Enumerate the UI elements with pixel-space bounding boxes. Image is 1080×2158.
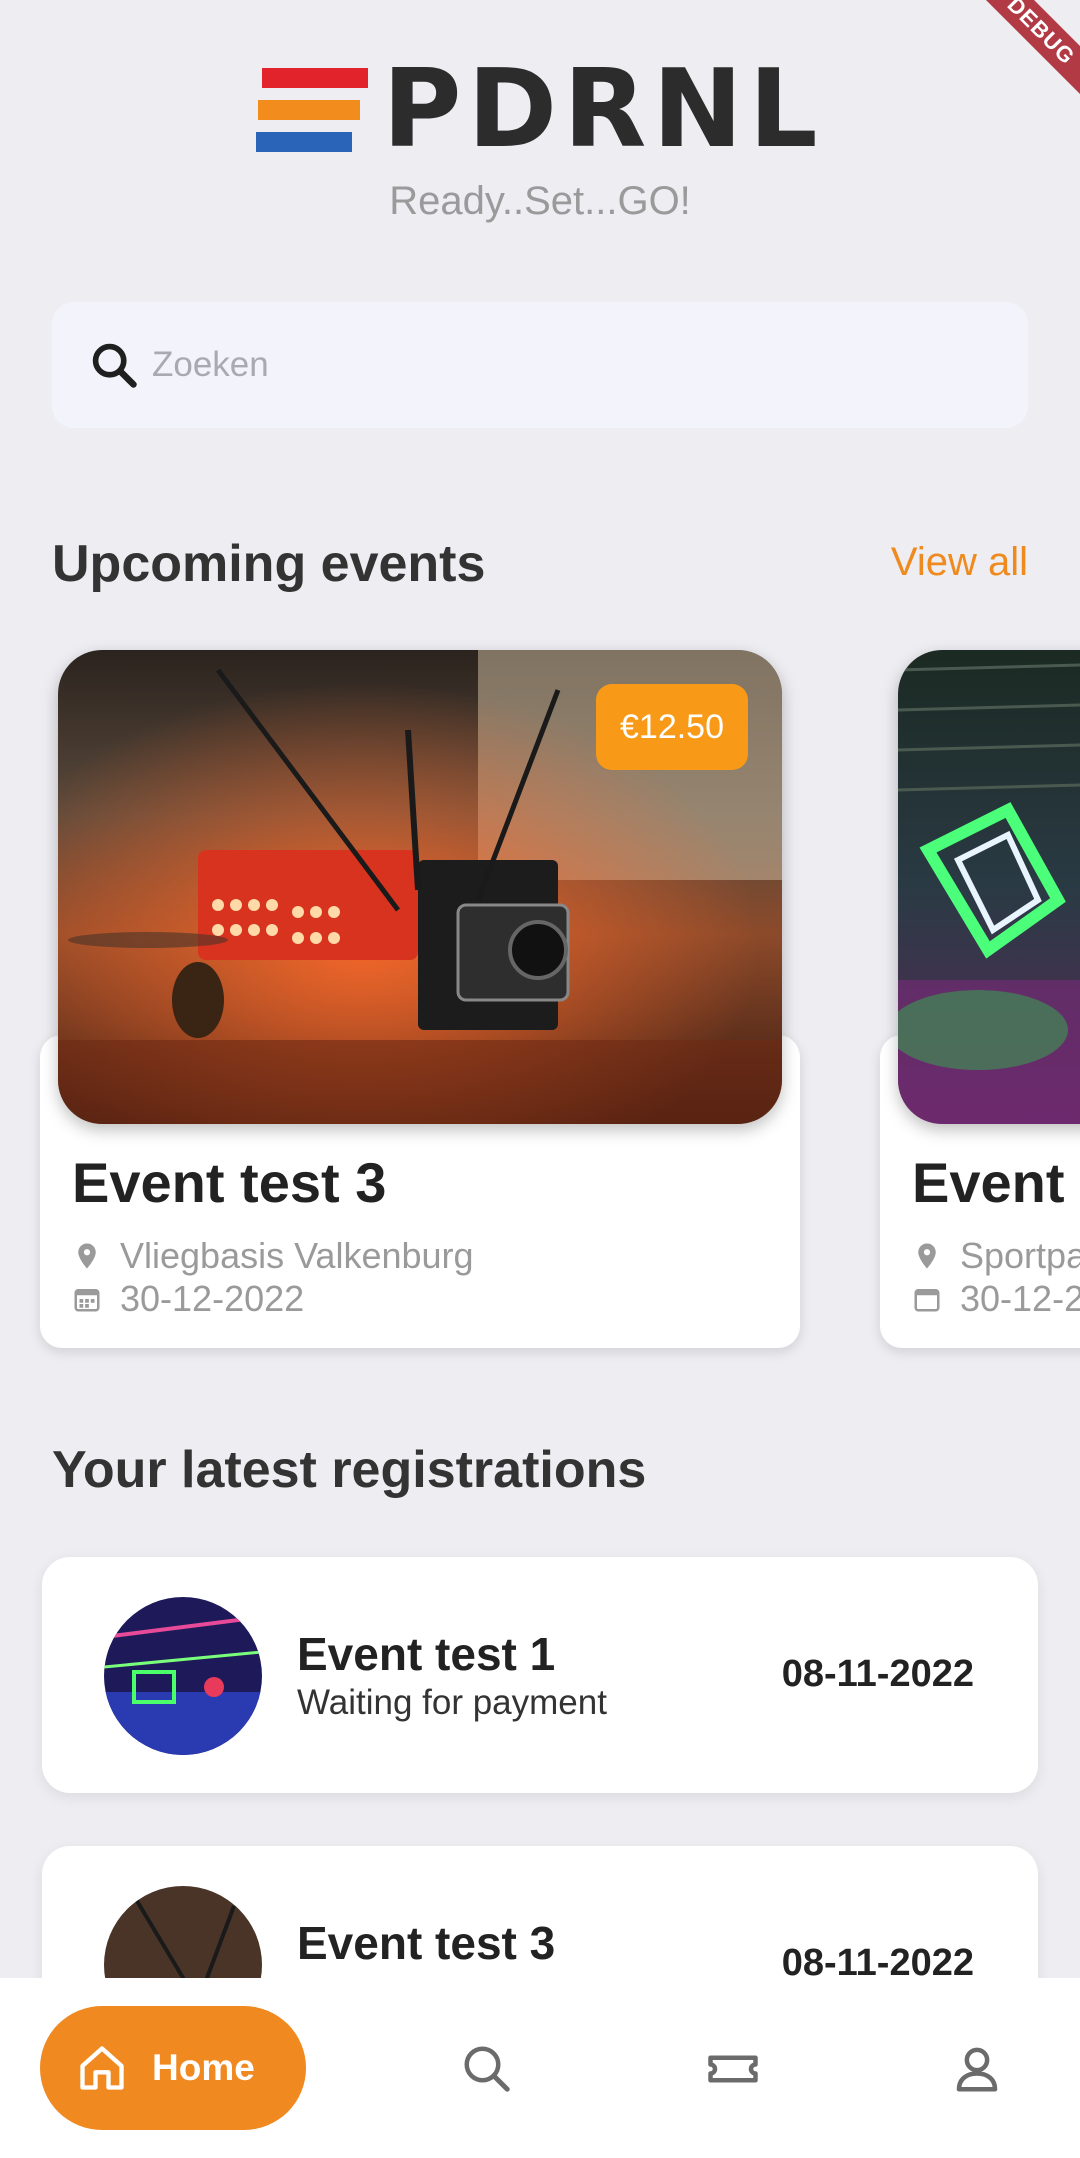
registrations-title: Your latest registrations [52, 1441, 647, 1499]
search-bar[interactable] [52, 302, 1028, 428]
event-image-drone: €12.50 [58, 650, 782, 1124]
tagline: Ready..Set...GO! [389, 179, 691, 223]
registration-avatar [104, 1597, 262, 1755]
event-location: Vliegbasis Valkenburg [72, 1235, 474, 1277]
event-date: 30-12-2022 [72, 1278, 304, 1320]
view-all-link[interactable]: View all [891, 540, 1028, 585]
search-input[interactable] [152, 345, 972, 385]
search-icon[interactable] [460, 2042, 514, 2096]
arena-photo [898, 650, 1080, 1124]
app-logo: PDRNL Ready..Set...GO! [0, 47, 1080, 224]
registration-status: Waiting for payment [297, 1683, 607, 1722]
price-badge: €12.50 [596, 684, 748, 770]
flag-logo-icon [256, 64, 369, 156]
nav-home-button[interactable]: Home [40, 2006, 306, 2130]
search-icon [92, 343, 137, 388]
event-location-text: Sportpa [960, 1235, 1080, 1276]
event-date-text: 30-12-2022 [120, 1278, 305, 1319]
logo-wordmark: PDRNL [382, 47, 824, 172]
event-title: Event I [912, 1151, 1080, 1214]
location-pin-icon [918, 1243, 936, 1269]
profile-icon[interactable] [950, 2042, 1004, 2096]
calendar-icon [74, 1289, 100, 1312]
ticket-icon[interactable] [706, 2042, 760, 2096]
event-location-text: Vliegbasis Valkenburg [120, 1235, 474, 1276]
registration-event-name: Event test 1 [297, 1628, 556, 1680]
event-card[interactable]: Event I Sportpa 30-12-20 [880, 650, 1080, 1348]
event-image-arena [898, 650, 1080, 1124]
upcoming-events-title: Upcoming events [52, 535, 486, 593]
registration-date: 08-11-2022 [781, 1653, 974, 1695]
registration-item[interactable]: Event test 1 Waiting for payment 08-11-2… [42, 1557, 1038, 1793]
registration-event-name: Event test 3 [297, 1917, 556, 1969]
nav-home-label: Home [152, 2047, 255, 2088]
bottom-navigation: Home [0, 1978, 1080, 2158]
calendar-icon [914, 1289, 940, 1312]
location-pin-icon [78, 1243, 96, 1269]
event-title: Event test 3 [72, 1151, 387, 1214]
event-date: 30-12-20 [912, 1278, 1080, 1320]
event-date-text: 30-12-20 [960, 1278, 1080, 1319]
app-screen: DEBUG PDRNL Ready..Set...GO! Upcoming ev… [0, 0, 1080, 2158]
event-location: Sportpa [912, 1235, 1080, 1277]
event-card[interactable]: €12.50 Event test 3 Vliegbasis Valkenbur… [40, 650, 800, 1348]
arena-thumbnail [104, 1597, 262, 1755]
home-icon [80, 2046, 124, 2090]
